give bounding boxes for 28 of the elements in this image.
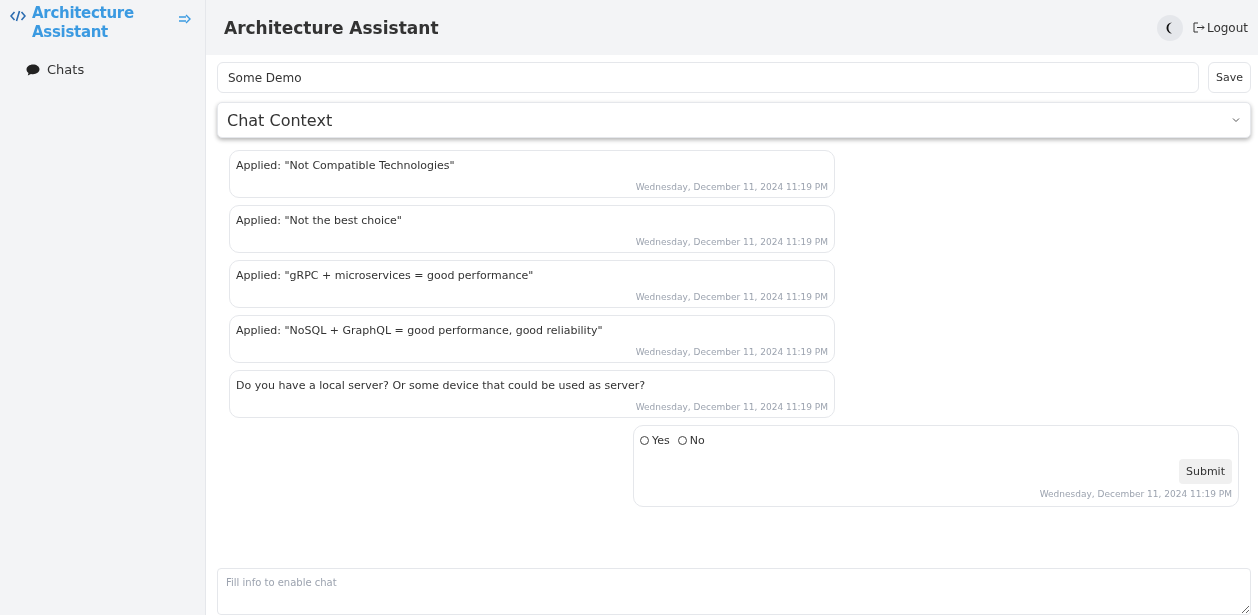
brand-name: Architecture Assistant (32, 4, 135, 42)
collapse-icon[interactable] (179, 14, 191, 24)
message-text: Applied: "gRPC + microservices = good performance" (236, 269, 535, 282)
message-time: Wednesday, December 11, 2024 11:19 PM (635, 237, 828, 247)
message-text: Applied: "Not Compatible Technologies" (236, 159, 456, 172)
radio-option[interactable]: No (677, 434, 705, 447)
message-text: Do you have a local server? Or some device that could be used as server? (236, 379, 647, 392)
message-time: Wednesday, December 11, 2024 11:19 PM (635, 292, 828, 302)
logout-icon (1192, 22, 1205, 33)
chevron-icon (1232, 117, 1240, 123)
logout-button[interactable]: Logout (1190, 18, 1250, 37)
message-text: Applied: "Not the best choice" (236, 214, 403, 227)
message-time: Wednesday, December 11, 2024 11:19 PM (635, 347, 828, 357)
code-icon (10, 10, 26, 22)
message-text: Applied: "NoSQL + GraphQL = good performance, good reliability" (236, 324, 604, 337)
submit-button[interactable]: Submit (1178, 459, 1232, 484)
message-time: Wednesday, December 11, 2024 11:19 PM (635, 182, 828, 192)
page-title: Architecture Assistant (224, 17, 439, 38)
chat-name-field[interactable]: Some Demo (217, 62, 1199, 93)
message-time: Wednesday, December 11, 2024 11:19 PM (635, 402, 828, 412)
sidebar-item[interactable]: Chats (22, 60, 197, 79)
chat-context-accordion[interactable]: Chat Context (217, 102, 1251, 138)
save-button[interactable]: Save (1208, 62, 1251, 93)
message-field[interactable]: Fill info to enable chat (217, 568, 1251, 615)
chat-bubble-icon (26, 63, 40, 76)
message-time: Wednesday, December 11, 2024 11:19 PM (1039, 489, 1232, 499)
radio-option[interactable]: Yes (640, 434, 670, 447)
theme-toggle-button[interactable] (1156, 14, 1183, 41)
